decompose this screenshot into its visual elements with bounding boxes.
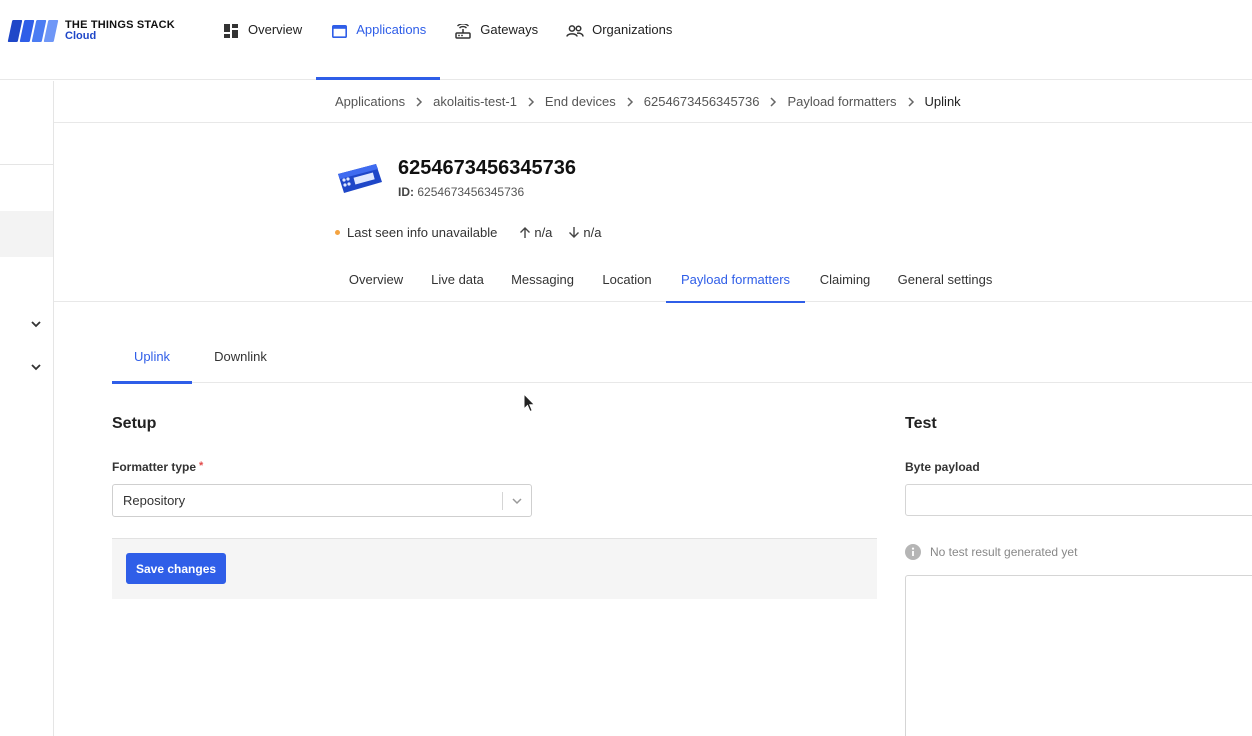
nav-applications-label: Applications <box>356 22 427 37</box>
device-id-label: ID: <box>398 185 414 199</box>
nav-gateways[interactable]: Gateways <box>440 0 552 80</box>
tab-general-settings[interactable]: General settings <box>885 262 1005 302</box>
sidebar-divider <box>0 164 53 165</box>
chevron-down-icon[interactable] <box>29 317 43 331</box>
main-nav: Overview Applications Gateways Organizat… <box>208 0 686 80</box>
tab-downlink[interactable]: Downlink <box>192 340 289 383</box>
downlink-count: n/a <box>568 225 602 240</box>
downlink-value: n/a <box>583 225 602 240</box>
tab-messaging[interactable]: Messaging <box>497 262 588 302</box>
nav-organizations[interactable]: Organizations <box>552 0 686 80</box>
breadcrumb-current: Uplink <box>924 94 961 109</box>
top-header: THE THINGS STACK Cloud Overview Applicat… <box>0 0 1252 80</box>
uplink-count: n/a <box>519 225 552 240</box>
device-id-line: ID: 6254673456345736 <box>398 185 524 199</box>
tab-uplink[interactable]: Uplink <box>112 340 192 384</box>
dashboard-icon <box>222 22 240 40</box>
no-test-result-text: No test result generated yet <box>930 545 1078 559</box>
nav-organizations-label: Organizations <box>592 22 673 37</box>
breadcrumb-link-payload-formatters[interactable]: Payload formatters <box>787 94 896 109</box>
arrow-down-icon <box>569 227 580 238</box>
nav-applications[interactable]: Applications <box>316 0 441 80</box>
status-dot-icon <box>335 230 340 235</box>
save-changes-button[interactable]: Save changes <box>126 553 227 584</box>
device-name: 6254673456345736 <box>398 157 576 179</box>
mouse-cursor-icon <box>523 393 536 413</box>
device-tabs: Overview Live data Messaging Location Pa… <box>54 262 1252 303</box>
info-icon <box>905 544 921 560</box>
brand-subtitle: Cloud <box>65 30 97 42</box>
setup-title: Setup <box>112 415 157 432</box>
chevron-right-icon <box>527 96 535 107</box>
device-status-row: Last seen info unavailable n/a n/a <box>335 225 602 240</box>
breadcrumb: Applications akolaitis-test-1 End device… <box>54 81 1252 123</box>
end-device-icon <box>338 164 382 193</box>
tab-live-data[interactable]: Live data <box>418 262 497 302</box>
last-seen-text: Last seen info unavailable <box>347 225 498 240</box>
tab-claiming[interactable]: Claiming <box>805 262 885 302</box>
formatter-type-label-text: Formatter type <box>112 460 197 474</box>
device-id-value: 6254673456345736 <box>417 185 525 199</box>
uplink-value: n/a <box>534 225 553 240</box>
sidebar-item-active[interactable] <box>0 211 53 257</box>
tab-overview[interactable]: Overview <box>334 262 418 302</box>
test-title: Test <box>905 415 937 432</box>
nav-gateways-label: Gateways <box>480 22 539 37</box>
sidebar <box>0 81 54 736</box>
chevron-down-icon[interactable] <box>29 360 43 374</box>
breadcrumb-link-applications[interactable]: Applications <box>335 94 405 109</box>
required-mark: * <box>199 460 204 472</box>
people-icon <box>566 22 584 40</box>
breadcrumb-link-device[interactable]: 6254673456345736 <box>644 94 760 109</box>
chevron-right-icon <box>415 96 423 107</box>
test-result-panel <box>905 575 1252 736</box>
form-submit-bar: Save changes <box>112 538 877 599</box>
breadcrumb-link-end-devices[interactable]: End devices <box>545 94 616 109</box>
logo-mark-icon <box>7 20 59 42</box>
formatter-sub-tabs: Uplink Downlink <box>112 340 1252 384</box>
tab-location[interactable]: Location <box>588 262 666 302</box>
chevron-down-icon <box>512 498 522 505</box>
chevron-right-icon <box>907 96 915 107</box>
formatter-type-select[interactable]: Repository <box>112 484 532 517</box>
chevron-right-icon <box>626 96 634 107</box>
formatter-type-label: Formatter type * <box>112 460 203 474</box>
nav-overview[interactable]: Overview <box>208 0 316 80</box>
arrow-up-icon <box>520 227 531 238</box>
tab-payload-formatters[interactable]: Payload formatters <box>666 262 805 303</box>
select-divider <box>502 492 503 510</box>
test-result-note: No test result generated yet <box>905 544 1077 560</box>
breadcrumb-link-application[interactable]: akolaitis-test-1 <box>433 94 517 109</box>
byte-payload-label: Byte payload <box>905 460 980 474</box>
brand-logo[interactable]: THE THINGS STACK Cloud <box>7 20 175 42</box>
application-icon <box>330 22 348 40</box>
chevron-right-icon <box>769 96 777 107</box>
nav-overview-label: Overview <box>248 22 303 37</box>
byte-payload-input[interactable] <box>905 484 1252 516</box>
router-icon <box>454 22 472 40</box>
formatter-type-value: Repository <box>123 493 186 508</box>
